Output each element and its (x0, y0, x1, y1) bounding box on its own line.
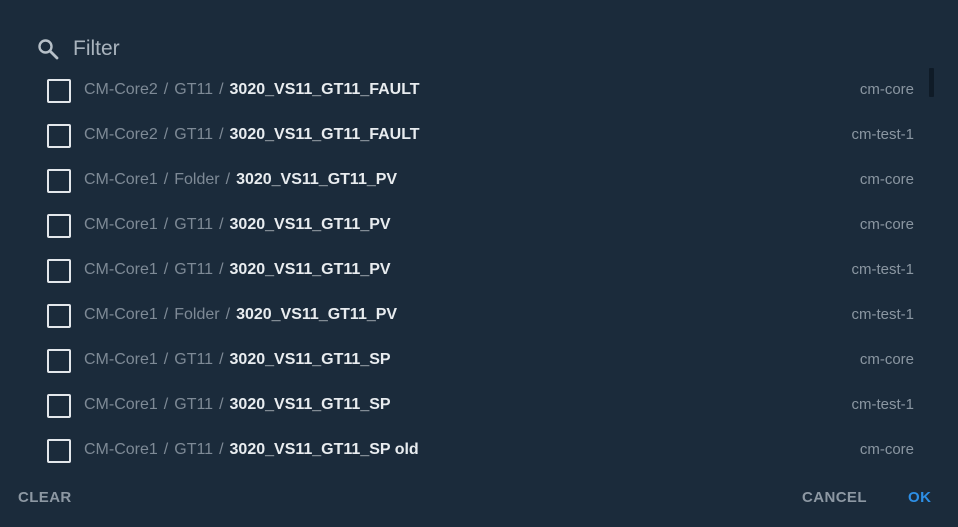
item-folder: CM-Core1 (84, 351, 158, 368)
item-name: 3020_VS11_GT11_PV (229, 261, 391, 278)
path-separator: / (163, 81, 169, 98)
item-source: cm-test-1 (851, 261, 914, 278)
item-group: GT11 (174, 81, 214, 98)
item-checkbox[interactable] (47, 394, 71, 418)
item-checkbox[interactable] (47, 349, 71, 373)
item-path: CM-Core1 / GT11 / 3020_VS11_GT11_SP (84, 382, 391, 427)
item-name: 3020_VS11_GT11_PV (236, 171, 398, 188)
item-group: GT11 (174, 216, 214, 233)
item-source: cm-test-1 (851, 126, 914, 143)
item-folder: CM-Core1 (84, 306, 158, 323)
item-checkbox[interactable] (47, 259, 71, 283)
item-path: CM-Core1 / GT11 / 3020_VS11_GT11_SP old (84, 427, 419, 472)
item-path: CM-Core2 / GT11 / 3020_VS11_GT11_FAULT (84, 67, 420, 112)
item-path: CM-Core1 / GT11 / 3020_VS11_GT11_SP (84, 337, 391, 382)
list-item[interactable]: CM-Core1 / GT11 / 3020_VS11_GT11_SP cm-test-1 (0, 382, 958, 427)
path-separator: / (219, 216, 224, 233)
item-path: CM-Core1 / GT11 / 3020_VS11_GT11_PV (84, 247, 391, 292)
item-group: GT11 (174, 261, 214, 278)
item-group: Folder (174, 306, 220, 323)
item-source: cm-core (859, 81, 914, 98)
path-separator: / (219, 396, 224, 413)
tag-select-dialog: CM-Core2 / GT11 / 3020_VS11_GT11_FAULT cm-cor… (0, 0, 958, 527)
search-icon (36, 37, 60, 61)
path-separator: / (163, 396, 169, 413)
item-source: cm-test-1 (851, 396, 914, 413)
item-folder: CM-Core2 (84, 81, 158, 98)
item-checkbox[interactable] (47, 124, 71, 148)
ok-button[interactable]: OK (908, 487, 931, 509)
item-folder: CM-Core1 (84, 261, 158, 278)
item-checkbox[interactable] (47, 214, 71, 238)
item-folder: CM-Core1 (84, 171, 158, 188)
item-source: cm-test-1 (851, 306, 914, 323)
path-separator: / (163, 351, 169, 368)
filter-bar (36, 34, 636, 64)
path-separator: / (219, 126, 224, 143)
item-checkbox[interactable] (47, 439, 71, 463)
list-item[interactable]: CM-Core1 / Folder / 3020_VS11_GT11_PV cm-test… (0, 292, 958, 337)
item-group: Folder (174, 171, 220, 188)
item-folder: CM-Core1 (84, 441, 158, 458)
item-folder: CM-Core1 (84, 396, 158, 413)
item-path: CM-Core1 / Folder / 3020_VS11_GT11_PV (84, 292, 397, 337)
path-separator: / (163, 441, 169, 458)
path-separator: / (219, 261, 224, 278)
item-checkbox[interactable] (47, 79, 71, 103)
path-separator: / (163, 171, 169, 188)
item-group: GT11 (174, 441, 214, 458)
list-item[interactable]: CM-Core1 / GT11 / 3020_VS11_GT11_PV cm-test-1 (0, 247, 958, 292)
item-group: GT11 (174, 396, 214, 413)
item-path: CM-Core2 / GT11 / 3020_VS11_GT11_FAULT (84, 112, 420, 157)
item-folder: CM-Core2 (84, 126, 158, 143)
path-separator: / (219, 351, 224, 368)
path-separator: / (225, 171, 231, 188)
item-name: 3020_VS11_GT11_PV (236, 306, 398, 323)
item-source: cm-core (859, 351, 914, 368)
item-folder: CM-Core1 (84, 216, 158, 233)
item-name: 3020_VS11_GT11_SP (229, 396, 391, 413)
list-item[interactable]: CM-Core1 / GT11 / 3020_VS11_GT11_SP cm-core (0, 337, 958, 382)
item-source: cm-core (859, 171, 914, 188)
list-item[interactable]: CM-Core1 / GT11 / 3020_VS11_GT11_PV cm-core (0, 202, 958, 247)
item-source: cm-core (859, 441, 914, 458)
tag-list: CM-Core2 / GT11 / 3020_VS11_GT11_FAULT cm-cor… (0, 67, 958, 472)
item-checkbox[interactable] (47, 169, 71, 193)
cancel-button[interactable]: CANCEL (802, 487, 867, 509)
item-path: CM-Core1 / GT11 / 3020_VS11_GT11_PV (84, 202, 391, 247)
path-separator: / (163, 306, 169, 323)
item-group: GT11 (174, 126, 214, 143)
path-separator: / (219, 81, 224, 98)
clear-button[interactable]: CLEAR (18, 487, 72, 509)
path-separator: / (163, 261, 169, 278)
list-item[interactable]: CM-Core2 / GT11 / 3020_VS11_GT11_FAULT cm-tes… (0, 112, 958, 157)
path-separator: / (163, 216, 169, 233)
item-name: 3020_VS11_GT11_PV (229, 216, 391, 233)
path-separator: / (219, 441, 224, 458)
item-path: CM-Core1 / Folder / 3020_VS11_GT11_PV (84, 157, 397, 202)
item-source: cm-core (859, 216, 914, 233)
item-name: 3020_VS11_GT11_FAULT (229, 126, 420, 143)
filter-input[interactable] (73, 37, 473, 61)
item-name: 3020_VS11_GT11_SP old (229, 441, 419, 458)
item-name: 3020_VS11_GT11_FAULT (229, 81, 420, 98)
path-separator: / (163, 126, 169, 143)
list-item[interactable]: CM-Core1 / Folder / 3020_VS11_GT11_PV cm-core (0, 157, 958, 202)
list-item[interactable]: CM-Core1 / GT11 / 3020_VS11_GT11_SP old cm-co… (0, 427, 958, 472)
scrollbar-thumb[interactable] (929, 68, 934, 97)
path-separator: / (225, 306, 231, 323)
list-item[interactable]: CM-Core2 / GT11 / 3020_VS11_GT11_FAULT cm-cor… (0, 67, 958, 112)
item-name: 3020_VS11_GT11_SP (229, 351, 391, 368)
item-checkbox[interactable] (47, 304, 71, 328)
item-group: GT11 (174, 351, 214, 368)
